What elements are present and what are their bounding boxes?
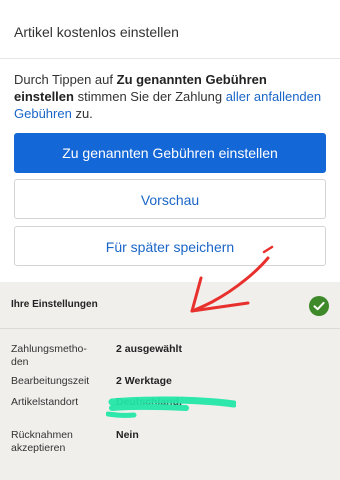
list-with-fees-button[interactable]: Zu genannten Gebühren einstellen	[14, 133, 326, 173]
setting-label: Artikelstandort	[11, 396, 79, 408]
setting-value: Nein	[116, 429, 139, 441]
setting-label: Bearbeitungszeit	[11, 375, 90, 387]
check-circle-icon	[309, 296, 329, 316]
settings-title: Ihre Einstellungen	[11, 299, 98, 310]
preview-button[interactable]: Vorschau	[14, 179, 326, 219]
setting-label: Rücknahmen akzeptieren	[11, 429, 73, 454]
setting-value: 2 ausgewählt	[116, 343, 182, 355]
settings-divider	[0, 328, 340, 329]
consent-middle: stimmen Sie der Zahlung	[73, 89, 226, 104]
header-divider	[0, 58, 340, 59]
setting-value: Deutschland,	[116, 396, 182, 408]
settings-header[interactable]: Ihre Einstellungen	[0, 282, 340, 328]
listing-panel: Artikel kostenlos einstellen Durch Tippe…	[0, 0, 340, 282]
setting-label: Zahlungsmetho- den	[11, 343, 87, 368]
consent-prefix: Durch Tippen auf	[14, 72, 117, 87]
page-title: Artikel kostenlos einstellen	[14, 24, 179, 40]
save-for-later-button[interactable]: Für später speichern	[14, 226, 326, 266]
fee-consent-text: Durch Tippen auf Zu genannten Gebühren e…	[14, 71, 326, 122]
consent-suffix: zu.	[71, 106, 93, 121]
setting-value: 2 Werktage	[116, 375, 172, 387]
